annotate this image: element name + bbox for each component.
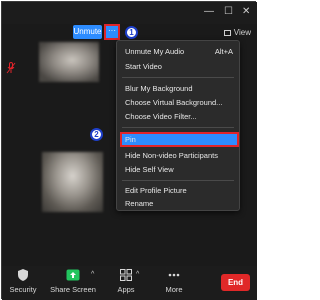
- security-label: Security: [9, 285, 37, 294]
- security-button[interactable]: Security: [6, 268, 40, 294]
- more-label: More: [165, 285, 183, 294]
- menu-item-label: Choose Virtual Background...: [125, 98, 223, 107]
- share-screen-label: Share Screen: [50, 285, 96, 294]
- participant-context-menu: Unmute My Audio Alt+A Start Video Blur M…: [116, 40, 240, 211]
- minimize-button[interactable]: —: [204, 7, 214, 17]
- view-label: View: [233, 28, 251, 37]
- self-video-thumbnail[interactable]: [39, 42, 99, 82]
- menu-item-pin[interactable]: Pin: [117, 133, 239, 146]
- meeting-window: — ☐ ✕ Unmute ··· 1 View 2 Unmute My Audi…: [1, 1, 257, 300]
- apps-label: Apps: [117, 285, 135, 294]
- menu-item-edit-profile-picture[interactable]: Edit Profile Picture: [117, 184, 239, 197]
- shield-icon: [18, 269, 28, 281]
- menu-item-label: Unmute My Audio: [125, 47, 185, 56]
- menu-separator: [122, 77, 234, 78]
- view-button[interactable]: View: [223, 28, 251, 37]
- menu-item-label: Hide Self View: [125, 165, 174, 174]
- more-button[interactable]: More: [160, 268, 188, 294]
- menu-item-label: Rename: [125, 199, 154, 208]
- menu-separator: [122, 127, 234, 128]
- menu-item-label: Blur My Background: [125, 84, 193, 93]
- maximize-button[interactable]: ☐: [224, 7, 233, 17]
- menu-item-label: Pin: [125, 135, 136, 144]
- step-1-badge: 1: [125, 26, 138, 39]
- title-bar: — ☐ ✕: [2, 2, 257, 24]
- participant-video-thumbnail[interactable]: [42, 152, 103, 212]
- share-screen-icon: [66, 269, 80, 281]
- menu-item-label: Hide Non-video Participants: [125, 151, 218, 160]
- menu-item-unmute-my-audio[interactable]: Unmute My Audio Alt+A: [117, 45, 239, 58]
- menu-item-hide-non-video-participants[interactable]: Hide Non-video Participants: [117, 149, 239, 162]
- more-dots-icon: [168, 273, 180, 277]
- more-options-button[interactable]: ···: [104, 24, 120, 40]
- step-2-badge: 2: [90, 128, 103, 141]
- apps-options-caret[interactable]: ^: [136, 271, 139, 278]
- menu-item-start-video[interactable]: Start Video: [117, 60, 239, 73]
- menu-item-choose-video-filter[interactable]: Choose Video Filter...: [117, 110, 239, 123]
- end-meeting-button[interactable]: End: [221, 274, 250, 291]
- menu-item-label: Choose Video Filter...: [125, 112, 197, 121]
- apps-icon: [120, 269, 132, 281]
- menu-separator: [122, 180, 234, 181]
- menu-item-label: Start Video: [125, 62, 162, 71]
- close-button[interactable]: ✕: [242, 7, 250, 17]
- muted-mic-icon: [6, 62, 16, 74]
- menu-item-blur-my-background[interactable]: Blur My Background: [117, 82, 239, 95]
- unmute-button[interactable]: Unmute: [73, 25, 102, 39]
- menu-item-hide-self-view[interactable]: Hide Self View: [117, 163, 239, 176]
- share-options-caret[interactable]: ^: [91, 271, 94, 278]
- menu-item-rename[interactable]: Rename: [117, 197, 239, 210]
- menu-item-choose-virtual-background[interactable]: Choose Virtual Background...: [117, 96, 239, 109]
- meeting-toolbar: Security Share Screen ^ Apps ^ More End: [2, 266, 257, 300]
- menu-item-label: Edit Profile Picture: [125, 186, 187, 195]
- view-grid-icon: [223, 30, 231, 36]
- menu-item-shortcut: Alt+A: [214, 47, 233, 56]
